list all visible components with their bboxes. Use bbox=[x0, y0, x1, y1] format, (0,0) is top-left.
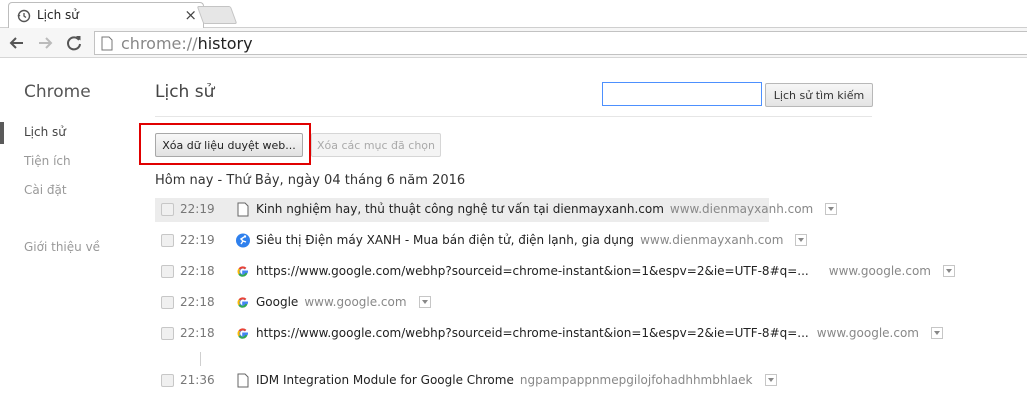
sidebar-item-settings[interactable]: Cài đặt bbox=[24, 183, 67, 197]
remove-selected-button: Xóa các mục đã chọn bbox=[311, 133, 441, 157]
google-icon bbox=[237, 297, 248, 308]
history-entry[interactable]: 22:19 Siêu thị Điện máy XANH - Mua bán đ… bbox=[155, 229, 808, 253]
history-entry[interactable]: 21:36 IDM Integration Module for Google … bbox=[155, 369, 777, 393]
entry-domain: www.google.com bbox=[304, 295, 407, 309]
time-gap-separator bbox=[200, 352, 201, 366]
entry-title[interactable]: https://www.google.com/webhp?sourceid=ch… bbox=[256, 264, 809, 278]
back-icon[interactable] bbox=[6, 32, 28, 54]
forward-icon[interactable] bbox=[34, 32, 56, 54]
history-icon bbox=[17, 9, 31, 23]
entry-title[interactable]: Siêu thị Điện máy XANH - Mua bán điện tử… bbox=[256, 233, 634, 247]
entry-time: 22:18 bbox=[180, 295, 215, 309]
sidebar-item-about[interactable]: Giới thiệu về bbox=[24, 240, 100, 254]
dropdown-menu-icon[interactable] bbox=[795, 234, 808, 246]
url-scheme: chrome:// bbox=[121, 34, 198, 53]
page-title: Lịch sử bbox=[155, 82, 215, 102]
dropdown-menu-icon[interactable] bbox=[418, 296, 431, 308]
entry-domain: www.dienmayxanh.com bbox=[669, 202, 814, 216]
entry-title-wrap: https://www.google.com/webhp?sourceid=ch… bbox=[256, 264, 955, 278]
entry-title[interactable]: Google bbox=[256, 295, 298, 309]
entry-time: 22:18 bbox=[180, 326, 215, 340]
entry-title[interactable]: Kinh nghiệm hay, thủ thuật công nghệ tư … bbox=[256, 202, 664, 216]
toolbar: chrome://history bbox=[0, 28, 1027, 58]
entry-title-wrap: https://www.google.com/webhp?sourceid=ch… bbox=[256, 326, 943, 340]
history-entry[interactable]: 22:18 https://www.google.com/webhp?sourc… bbox=[155, 260, 955, 284]
google-icon bbox=[237, 266, 248, 277]
url-host: history bbox=[197, 34, 253, 53]
entry-checkbox[interactable] bbox=[161, 374, 174, 387]
tab-title: Lịch sử bbox=[37, 8, 79, 22]
reload-icon[interactable] bbox=[63, 32, 85, 54]
entry-checkbox[interactable] bbox=[161, 265, 174, 278]
tab-strip: Lịch sử × bbox=[0, 0, 1027, 29]
sidebar-item-extensions[interactable]: Tiện ích bbox=[24, 154, 71, 168]
entry-title-wrap: Google www.google.com bbox=[256, 295, 431, 309]
entry-checkbox[interactable] bbox=[161, 234, 174, 247]
dropdown-menu-icon[interactable] bbox=[825, 203, 838, 215]
history-entry[interactable]: 22:19 Kinh nghiệm hay, thủ thuật công ng… bbox=[155, 198, 838, 222]
entry-title[interactable]: IDM Integration Module for Google Chrome bbox=[256, 373, 514, 387]
entry-checkbox[interactable] bbox=[161, 203, 174, 216]
clear-browsing-data-button[interactable]: Xóa dữ liệu duyệt web... bbox=[155, 133, 303, 157]
search-input[interactable] bbox=[602, 82, 762, 106]
entry-title-wrap: Kinh nghiệm hay, thủ thuật công nghệ tư … bbox=[256, 202, 838, 216]
address-bar[interactable]: chrome://history bbox=[94, 31, 1027, 55]
history-entry[interactable]: 22:18 https://www.google.com/webhp?sourc… bbox=[155, 322, 943, 346]
entry-title[interactable]: https://www.google.com/webhp?sourceid=ch… bbox=[256, 326, 809, 340]
url-text: chrome://history bbox=[121, 34, 253, 53]
entry-checkbox[interactable] bbox=[161, 327, 174, 340]
entry-time: 21:36 bbox=[180, 373, 215, 387]
header-divider bbox=[155, 116, 872, 117]
entry-title-wrap: IDM Integration Module for Google Chrome… bbox=[256, 373, 777, 387]
page-icon bbox=[101, 36, 113, 51]
dropdown-menu-icon[interactable] bbox=[942, 265, 955, 277]
google-icon bbox=[237, 328, 248, 339]
close-icon[interactable]: × bbox=[184, 6, 197, 24]
entry-domain: ngpampappnmepgilojfohadhhmbhlaek bbox=[519, 373, 753, 387]
entry-domain: www.dienmayxanh.com bbox=[640, 233, 784, 247]
new-tab-button[interactable] bbox=[196, 6, 238, 24]
dienmayxanh-icon bbox=[236, 233, 250, 248]
page-icon bbox=[237, 202, 249, 217]
dropdown-menu-icon[interactable] bbox=[930, 327, 943, 339]
entry-time: 22:19 bbox=[180, 233, 215, 247]
search-button[interactable]: Lịch sử tìm kiếm bbox=[765, 83, 873, 107]
day-heading: Hôm nay - Thứ Bảy, ngày 04 tháng 6 năm 2… bbox=[155, 173, 466, 188]
entry-time: 22:19 bbox=[180, 202, 215, 216]
entry-domain: www.google.com bbox=[816, 326, 919, 340]
dropdown-menu-icon[interactable] bbox=[764, 374, 777, 386]
entry-checkbox[interactable] bbox=[161, 296, 174, 309]
history-entry[interactable]: 22:18 Google www.google.com bbox=[155, 291, 455, 315]
page-icon bbox=[237, 373, 249, 388]
sidebar-active-indicator bbox=[0, 122, 4, 144]
sidebar-item-history[interactable]: Lịch sử bbox=[24, 125, 66, 139]
entry-time: 22:18 bbox=[180, 264, 215, 278]
entry-domain: www.google.com bbox=[828, 264, 931, 278]
tab-history[interactable]: Lịch sử × bbox=[8, 2, 204, 29]
entry-title-wrap: Siêu thị Điện máy XANH - Mua bán điện tử… bbox=[256, 233, 808, 247]
sidebar-title: Chrome bbox=[24, 82, 91, 102]
